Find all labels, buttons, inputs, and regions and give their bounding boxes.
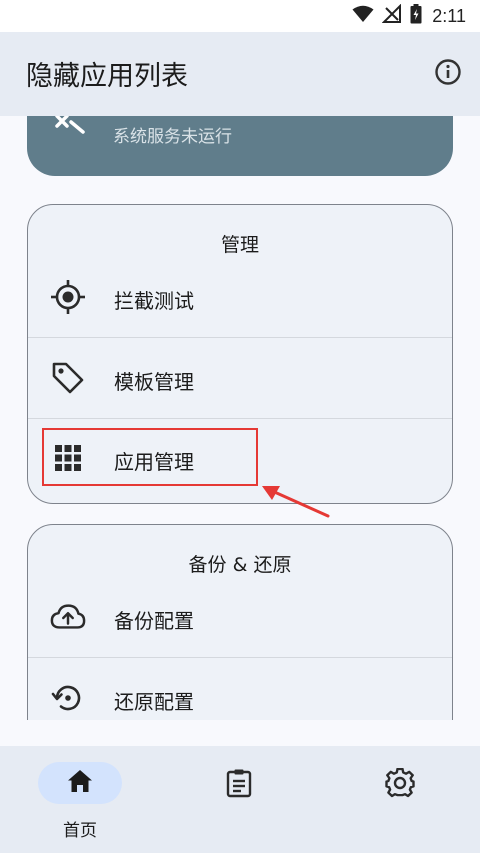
clipboard-icon bbox=[217, 768, 261, 798]
main-content[interactable]: 系统服务未运行 管理 拦截测试 模板管理 应用管理 备份 & 还原 备份配置 还… bbox=[0, 116, 480, 720]
info-button[interactable] bbox=[432, 58, 464, 90]
service-status-text: 系统服务未运行 bbox=[113, 127, 232, 147]
app-bar: 隐藏应用列表 bbox=[0, 32, 480, 116]
bottom-nav: 首页 bbox=[0, 746, 480, 853]
manage-card-title: 管理 bbox=[220, 234, 259, 256]
wifi-icon bbox=[352, 5, 374, 27]
nav-logs[interactable] bbox=[195, 760, 285, 840]
pointer-arrow-icon bbox=[258, 480, 332, 524]
backup-card-title: 备份 & 还原 bbox=[188, 554, 292, 576]
status-time: 2:11 bbox=[432, 5, 466, 26]
menu-item-restore-config[interactable]: 还原配置 bbox=[28, 658, 452, 720]
service-status-card[interactable]: 系统服务未运行 bbox=[27, 116, 453, 176]
page-title: 隐藏应用列表 bbox=[26, 61, 188, 92]
backup-card: 备份 & 还原 备份配置 还原配置 bbox=[27, 524, 453, 720]
highlight-box bbox=[42, 428, 258, 486]
screen: 2:11 隐藏应用列表 系统服务未运行 管理 拦截测试 模板管理 应用管理 备份… bbox=[0, 0, 480, 853]
menu-item-intercept-test[interactable]: 拦截测试 bbox=[28, 257, 452, 337]
signal-off-icon bbox=[381, 3, 402, 28]
menu-item-label: 模板管理 bbox=[114, 370, 194, 394]
menu-item-label: 备份配置 bbox=[114, 609, 194, 633]
nav-home-pill bbox=[38, 762, 122, 804]
home-icon bbox=[67, 769, 93, 797]
menu-item-backup-config[interactable]: 备份配置 bbox=[28, 577, 452, 657]
menu-item-template-manage[interactable]: 模板管理 bbox=[28, 338, 452, 418]
menu-item-label: 还原配置 bbox=[114, 690, 194, 714]
gear-icon bbox=[378, 768, 422, 798]
restore-icon bbox=[50, 680, 86, 716]
status-icons: 2:11 bbox=[352, 3, 466, 28]
nav-settings[interactable] bbox=[356, 760, 446, 840]
cloud-upload-icon bbox=[50, 599, 86, 635]
nav-home[interactable]: 首页 bbox=[36, 760, 126, 841]
battery-icon bbox=[410, 4, 422, 28]
status-bar: 2:11 bbox=[0, 0, 480, 32]
nav-home-label: 首页 bbox=[63, 821, 97, 841]
service-off-icon bbox=[53, 116, 89, 140]
menu-item-label: 拦截测试 bbox=[114, 289, 194, 313]
info-icon bbox=[434, 58, 462, 90]
tag-icon bbox=[50, 360, 86, 396]
target-icon bbox=[50, 279, 86, 315]
